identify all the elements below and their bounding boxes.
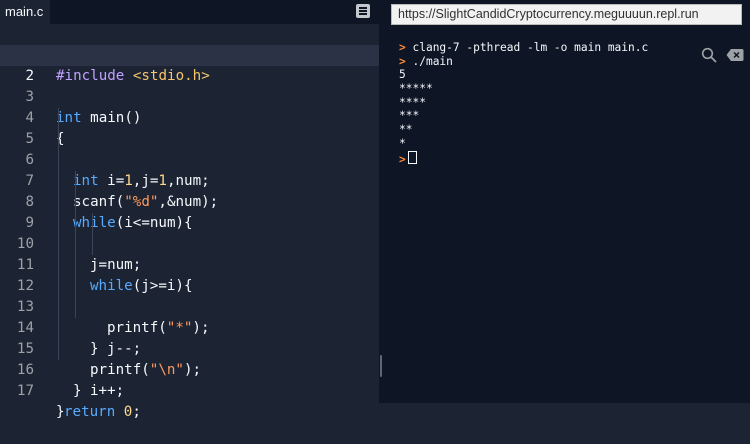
prompt-chevron-icon: >	[399, 152, 406, 166]
code-line: 15 }	[0, 318, 379, 399]
console-pane[interactable]: https://SlightCandidCryptocurrency.meguu…	[383, 0, 750, 403]
code-editor[interactable]: main.c 1 #include <stdio.h> 2 3 int main…	[0, 0, 379, 420]
code-line: 4 {	[0, 87, 379, 147]
indent-guide	[58, 129, 59, 150]
terminal-output-line: ***	[399, 109, 420, 123]
tab-main-c[interactable]: main.c	[0, 0, 50, 24]
terminal-input-line[interactable]: >	[399, 150, 729, 166]
indent-guide	[75, 276, 76, 297]
code-line: 14 i++;	[0, 297, 379, 399]
code-line: 3 int main()	[0, 66, 379, 126]
indent-guide	[58, 234, 59, 255]
keyword-token: return	[64, 404, 116, 420]
terminal-line: > ./main	[399, 55, 729, 69]
indent-guide	[75, 192, 76, 213]
code-line-active: 2	[0, 45, 379, 84]
indent-guide	[58, 297, 59, 318]
indent-guide	[58, 108, 59, 129]
indent-guide	[58, 171, 59, 192]
indent-guide	[58, 192, 59, 213]
terminal-output-line: 5	[399, 68, 406, 82]
repl-url-bar[interactable]: https://SlightCandidCryptocurrency.meguu…	[391, 4, 742, 25]
prompt-chevron-icon: >	[399, 54, 406, 68]
code-line: 1 #include <stdio.h>	[0, 24, 379, 84]
indent-guide	[75, 297, 76, 318]
terminal-output-line: *	[399, 136, 406, 150]
code-line: 10 printf("*");	[0, 213, 379, 336]
terminal-output-line: **	[399, 123, 413, 137]
code-text: }	[56, 404, 65, 420]
indent-guide	[75, 171, 76, 192]
line-number: 17	[16, 383, 34, 399]
terminal-output-line: *****	[399, 82, 433, 96]
indent-guide	[58, 276, 59, 297]
code-line: 6 scanf("%d",&num);	[0, 129, 379, 210]
code-text: i++;	[90, 383, 125, 399]
code-line: 13 printf("\n");	[0, 276, 379, 378]
code-line: 9 while(j>=i){	[0, 192, 379, 294]
prompt-chevron-icon: >	[399, 41, 406, 54]
terminal-output[interactable]: > clang-7 -pthread -lm -o main main.c > …	[399, 41, 729, 166]
code-line: 8 j=num;	[0, 171, 379, 273]
code-area[interactable]: 1 #include <stdio.h> 2 3 int main() 4 { …	[0, 24, 379, 420]
code-text: }	[73, 383, 82, 399]
indent-guide	[92, 213, 93, 234]
code-line: 16 return 0;	[0, 339, 379, 420]
terminal-command: clang-7 -pthread -lm -o main main.c	[405, 41, 649, 54]
code-line: 11 j--;	[0, 234, 379, 357]
indent-guide	[75, 213, 76, 234]
indent-guide	[58, 213, 59, 234]
code-line: 17 }	[0, 360, 379, 420]
indent-guide	[75, 255, 76, 276]
number-token: 0	[123, 404, 133, 420]
drag-grip-icon	[380, 355, 382, 377]
terminal-line: > clang-7 -pthread -lm -o main main.c	[399, 41, 729, 55]
indent-guide	[58, 255, 59, 276]
list-menu-icon[interactable]	[356, 4, 370, 18]
indent-guide	[58, 150, 59, 171]
code-text: ;	[132, 404, 141, 420]
terminal-output-line: ****	[399, 95, 426, 109]
indent-guide	[75, 234, 76, 255]
indent-guide	[58, 339, 59, 360]
indent-guide	[58, 318, 59, 339]
terminal-cursor	[407, 150, 417, 164]
code-line: 12 }	[0, 255, 379, 357]
editor-tab-bar: main.c	[0, 0, 379, 24]
indent-guide	[92, 234, 93, 255]
code-line: 5 int i=1,j=1,num;	[0, 108, 379, 189]
code-line: 7 while(i<=num){	[0, 150, 379, 231]
terminal-command: ./main	[405, 54, 453, 68]
